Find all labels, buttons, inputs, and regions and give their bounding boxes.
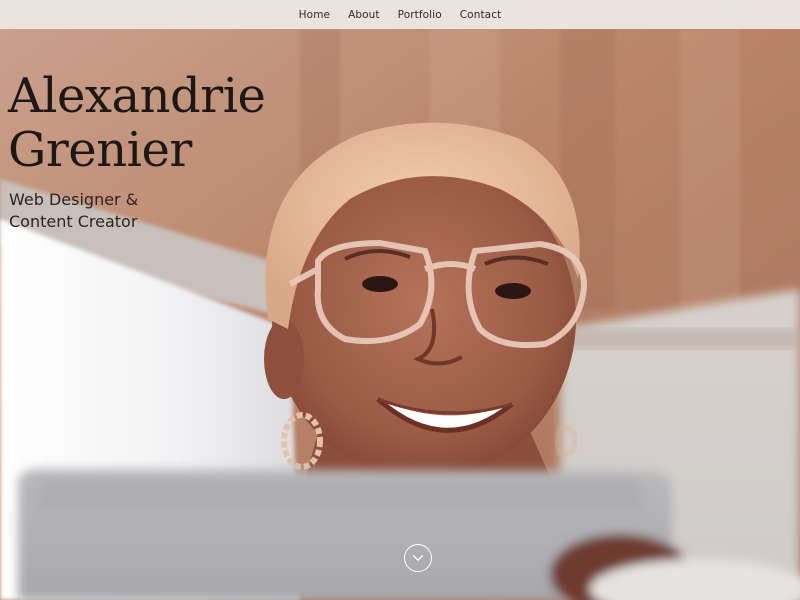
chevron-down-icon	[412, 555, 424, 561]
nav-link-about[interactable]: About	[348, 9, 380, 21]
hero-role-line-1: Web Designer &	[9, 190, 139, 209]
nav-link-contact[interactable]: Contact	[460, 9, 502, 21]
hero-name-last: Grenier	[8, 122, 192, 178]
nav-link-home[interactable]: Home	[299, 9, 330, 21]
hero-role-line-2: Content Creator	[9, 212, 138, 231]
hero-name-first: Alexandrie	[8, 68, 266, 124]
hero-role-subtitle: Web Designer & Content Creator	[9, 189, 138, 233]
page: Home About Portfolio Contact Alexandrie …	[0, 0, 800, 600]
nav-link-portfolio[interactable]: Portfolio	[398, 9, 442, 21]
hero-name-heading: Alexandrie Grenier	[8, 68, 266, 178]
top-navigation: Home About Portfolio Contact	[0, 0, 800, 29]
scroll-down-button[interactable]	[404, 544, 432, 572]
hero-section: Alexandrie Grenier Web Designer & Conten…	[0, 29, 800, 600]
